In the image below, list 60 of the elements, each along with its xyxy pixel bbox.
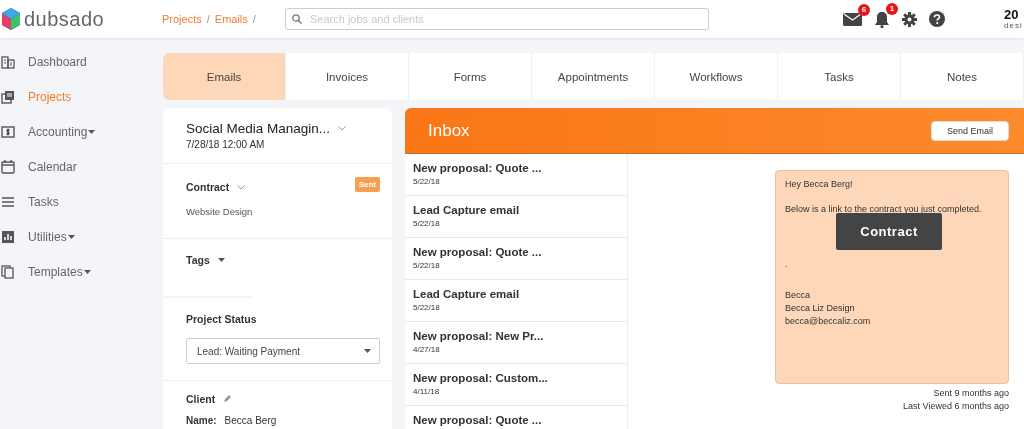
send-email-button[interactable]: Send Email xyxy=(931,120,1009,141)
calendar-icon xyxy=(1,159,15,174)
tab[interactable]: Emails xyxy=(163,53,286,100)
building-icon xyxy=(1,54,15,69)
email-text: . xyxy=(785,259,788,269)
email-list-item[interactable]: Lead Capture email 5/22/18 xyxy=(405,196,627,238)
section-heading: Contract xyxy=(186,181,230,193)
brand-tagline: desi xyxy=(1004,21,1023,30)
sidebar-item[interactable]: Templates xyxy=(0,262,162,281)
brand-logo-text: 20 xyxy=(1004,8,1019,21)
notification-badge: 6 xyxy=(858,4,870,16)
email-list-item[interactable]: Lead Capture email 5/22/18 xyxy=(405,280,627,322)
email-list-item[interactable]: New proposal: New Pr... 4/27/18 xyxy=(405,322,627,364)
list-icon xyxy=(1,194,15,209)
signature-line: Becca Liz Design xyxy=(785,303,856,313)
contract-button[interactable]: Contract xyxy=(836,213,942,250)
section-heading: Project Status xyxy=(186,313,257,325)
sidebar-item[interactable]: Accounting xyxy=(0,122,162,141)
sent-time: Sent 9 months ago xyxy=(932,387,1009,400)
breadcrumb-separator: / xyxy=(252,13,256,25)
signature-line: becca@beccaliz.com xyxy=(785,316,872,326)
settings-icon[interactable] xyxy=(902,11,917,27)
email-list-item[interactable]: New proposal: Quote ... 5/22/18 xyxy=(405,154,627,196)
status-badge: Sent xyxy=(354,176,380,192)
email-greeting: Hey Becca Berg! xyxy=(785,179,854,189)
pencil-icon[interactable] xyxy=(223,395,232,403)
field-label: Name: xyxy=(186,415,217,426)
sidebar-item[interactable]: Utilities xyxy=(0,227,162,246)
bar-chart-icon xyxy=(1,229,15,244)
project-title: Social Media Managin... xyxy=(186,121,331,136)
breadcrumb-separator: / xyxy=(206,13,210,25)
email-list-item[interactable]: New proposal: Quote ... 5/22/18 xyxy=(405,238,627,280)
project-date: 7/28/18 12:00 AM xyxy=(186,139,266,150)
contract-name[interactable]: Website Design xyxy=(186,206,380,217)
caret-icon xyxy=(217,258,225,262)
document-stack-icon xyxy=(1,89,15,104)
copy-icon xyxy=(1,264,15,279)
sidebar-item[interactable]: Dashboard xyxy=(0,52,162,71)
email-list-item[interactable]: New proposal: Custom... 4/11/18 xyxy=(405,364,627,406)
caret-icon xyxy=(364,349,371,353)
chevron-down-icon[interactable] xyxy=(237,184,246,190)
app-logo[interactable]: dubsado xyxy=(24,7,105,31)
cube-logo-icon xyxy=(2,6,20,32)
mail-icon[interactable] xyxy=(843,12,862,26)
help-icon[interactable] xyxy=(929,11,945,27)
bell-icon[interactable] xyxy=(874,10,890,28)
notification-badge: 1 xyxy=(886,2,898,15)
sidebar-item[interactable]: Tasks xyxy=(0,192,162,211)
section-heading: Tags xyxy=(186,254,210,266)
status-dropdown[interactable]: Lead: Waiting Payment xyxy=(186,338,380,364)
viewed-time: Last Viewed 6 months ago xyxy=(903,400,1009,413)
section-heading: Client xyxy=(186,393,216,405)
chevron-down-icon[interactable] xyxy=(338,126,347,131)
dollar-icon xyxy=(1,124,15,139)
email-list-item[interactable]: New proposal: Quote ... xyxy=(405,406,627,429)
search-icon xyxy=(292,14,302,24)
client-name: Becca Berg xyxy=(224,415,277,426)
inbox-title: Inbox xyxy=(428,120,470,141)
sidebar-item[interactable]: Calendar xyxy=(0,157,162,176)
signature-line: Becca xyxy=(785,290,811,300)
